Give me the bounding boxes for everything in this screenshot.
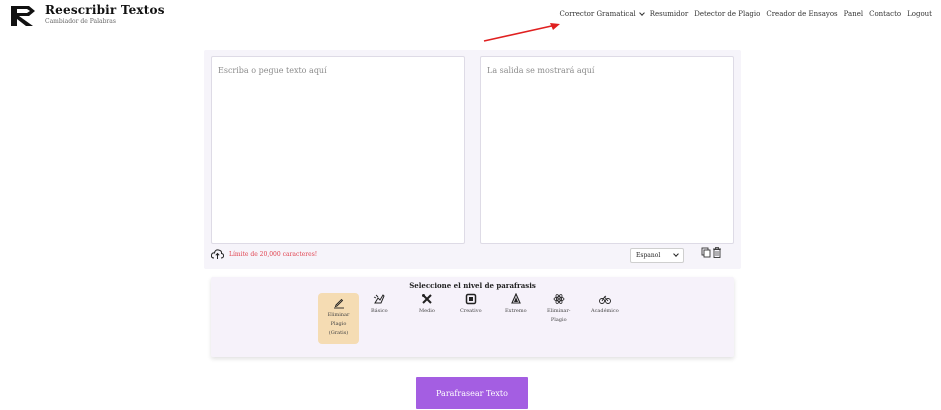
nav-creador-de-ensayos[interactable]: Creador de Ensayos <box>766 10 837 18</box>
paraphrase-level-panel: Seleccione el nivel de parafrasis Elimin… <box>211 277 734 357</box>
bike-icon <box>598 295 611 304</box>
brand-subtitle: Cambiador de Palabras <box>45 18 116 25</box>
copy-icon[interactable] <box>701 247 711 258</box>
annotation-arrow <box>483 23 560 42</box>
editor-panel: Escriba o pegue texto aquí La salida se … <box>204 50 741 269</box>
nav-corrector-gramatical[interactable]: Corrector Gramatical <box>560 9 645 18</box>
brand-title: Reescribir Textos <box>45 3 165 17</box>
level-panel-title: Seleccione el nivel de parafrasis <box>409 281 536 290</box>
nav-panel[interactable]: Panel <box>844 10 863 18</box>
paraphrase-button[interactable]: Parafrasear Texto <box>416 377 528 409</box>
language-select-value: Espanol <box>636 252 661 259</box>
nav-resumidor[interactable]: Resumidor <box>650 10 688 18</box>
square-icon <box>465 293 477 305</box>
level-extremo[interactable]: Extremo <box>505 293 527 316</box>
nav-detector-de-plagio[interactable]: Detector de Plagio <box>694 10 760 18</box>
character-limit-text: Límite de 20,000 caracteres! <box>229 251 318 258</box>
chevron-down-icon <box>638 9 645 16</box>
level-eliminar-plagio-gratis[interactable]: Eliminar Plagio (Gratis) <box>318 293 359 344</box>
tools-icon <box>421 294 432 304</box>
language-select[interactable]: Espanol <box>630 248 684 263</box>
nav-logout[interactable]: Logout <box>907 10 932 18</box>
top-nav: Corrector Gramatical Resumidor Detector … <box>560 9 932 18</box>
output-textarea: La salida se mostrará aquí <box>480 56 734 244</box>
logo-icon <box>11 6 35 26</box>
input-textarea[interactable]: Escriba o pegue texto aquí <box>211 56 465 244</box>
level-basico[interactable]: Básico <box>371 293 388 316</box>
level-medio[interactable]: Medio <box>419 293 435 316</box>
chevron-down-icon <box>673 251 679 257</box>
pen-icon <box>333 298 344 309</box>
hand-icon <box>374 294 385 304</box>
trash-icon[interactable] <box>712 247 722 258</box>
drop-icon <box>510 293 521 304</box>
level-academico[interactable]: Académico <box>591 293 619 316</box>
level-eliminar-plagio[interactable]: Eliminar- Plagio <box>547 293 570 325</box>
atom-icon <box>553 294 565 304</box>
cloud-upload-icon[interactable] <box>211 249 224 259</box>
level-creativo[interactable]: Creativo <box>460 293 482 316</box>
nav-contacto[interactable]: Contacto <box>869 10 901 18</box>
